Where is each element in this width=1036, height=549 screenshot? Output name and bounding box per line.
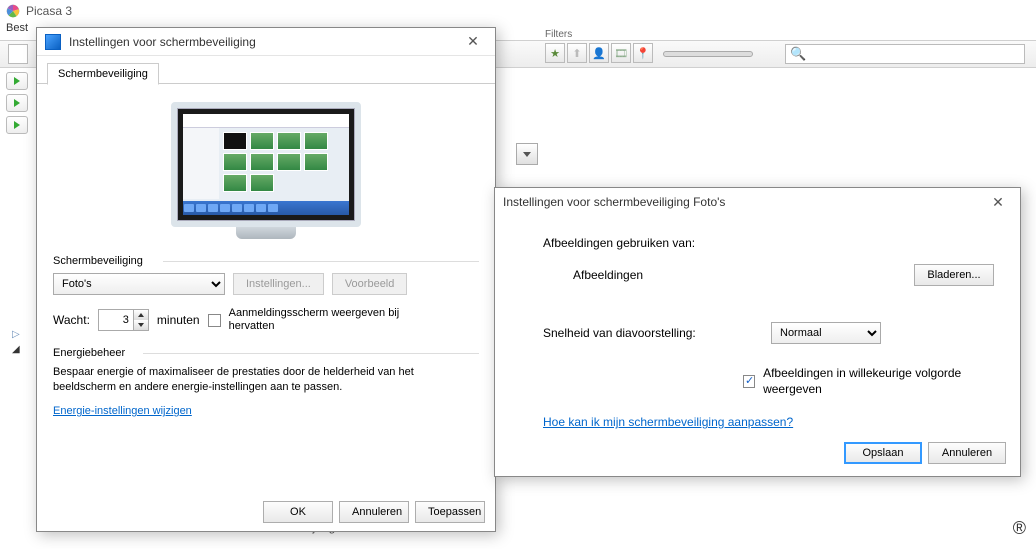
close-button[interactable]: ✕ (459, 32, 487, 52)
photos-screensaver-dialog: Instellingen voor schermbeveiliging Foto… (494, 187, 1021, 477)
shuffle-label: Afbeeldingen in willekeurige volgorde we… (763, 366, 1002, 397)
spin-up[interactable] (134, 310, 148, 320)
app-title: Picasa 3 (26, 4, 72, 18)
logon-checkbox-label: Aanmeldingsscherm weergeven bij hervatte… (229, 307, 429, 333)
apply-button[interactable]: Toepassen (415, 501, 485, 523)
browse-button[interactable]: Bladeren... (914, 264, 994, 286)
filter-person-icon[interactable]: 👤 (589, 43, 609, 63)
images-label: Afbeeldingen (573, 268, 643, 282)
toolbar-button[interactable] (8, 44, 28, 64)
search-input[interactable]: 🔍 (785, 44, 1025, 64)
group-energy-label: Energiebeheer (53, 347, 479, 359)
help-link[interactable]: Hoe kan ik mijn schermbeveiliging aanpas… (543, 415, 793, 429)
wait-label: Wacht: (53, 313, 90, 327)
close-button-2[interactable]: ✕ (984, 192, 1012, 212)
filter-geo-icon[interactable]: 📍 (633, 43, 653, 63)
speed-select[interactable]: Normaal (771, 322, 881, 344)
settings-button[interactable]: Instellingen... (233, 273, 324, 295)
sort-dropdown[interactable] (516, 143, 538, 165)
logon-checkbox[interactable] (208, 314, 221, 327)
use-from-label: Afbeeldingen gebruiken van: (543, 236, 1002, 250)
shuffle-checkbox[interactable] (743, 375, 755, 388)
tab-screensaver[interactable]: Schermbeveiliging (47, 63, 159, 85)
app-titlebar: Picasa 3 (0, 0, 1036, 22)
screensaver-dialog-icon (45, 34, 61, 50)
menu-item[interactable]: Best (6, 22, 28, 34)
speed-label: Snelheid van diavoorstelling: (543, 326, 763, 340)
filter-star-icon[interactable]: ★ (545, 43, 565, 63)
tab-strip: Schermbeveiliging (37, 56, 495, 84)
sidebar-play-1[interactable] (6, 72, 28, 90)
spin-down[interactable] (134, 320, 148, 330)
filter-movie-icon[interactable]: 🎞 (611, 43, 631, 63)
wait-spinner[interactable] (98, 309, 149, 331)
filter-upload-icon[interactable]: ⬆ (567, 43, 587, 63)
registered-mark: ® (1013, 518, 1026, 539)
energy-text: Bespaar energie of maximaliseer de prest… (53, 365, 479, 395)
dialog-title: Instellingen voor schermbeveiliging (69, 35, 459, 49)
screensaver-select[interactable]: Foto's (53, 273, 225, 295)
wait-input[interactable] (99, 310, 133, 330)
search-icon: 🔍 (790, 46, 806, 62)
screensaver-settings-dialog: Instellingen voor schermbeveiliging ✕ Sc… (36, 27, 496, 532)
energy-settings-link[interactable]: Energie-instellingen wijzigen (53, 405, 192, 417)
dialog2-title: Instellingen voor schermbeveiliging Foto… (503, 195, 984, 209)
wait-unit: minuten (157, 313, 200, 327)
sidebar-play-2[interactable] (6, 94, 28, 112)
preview-button[interactable]: Voorbeeld (332, 273, 408, 295)
folder-tree[interactable]: ▷ ◢ (12, 325, 24, 358)
screensaver-preview (171, 102, 361, 247)
zoom-slider[interactable] (663, 51, 753, 57)
left-sidebar (0, 68, 40, 528)
sidebar-play-3[interactable] (6, 116, 28, 134)
picasa-logo-icon (6, 4, 20, 18)
group-screensaver-label: Schermbeveiliging (53, 255, 479, 267)
cancel-button[interactable]: Annuleren (339, 501, 409, 523)
cancel-button-2[interactable]: Annuleren (928, 442, 1006, 464)
save-button[interactable]: Opslaan (844, 442, 922, 464)
ok-button[interactable]: OK (263, 501, 333, 523)
filters-label: Filters (545, 29, 572, 40)
